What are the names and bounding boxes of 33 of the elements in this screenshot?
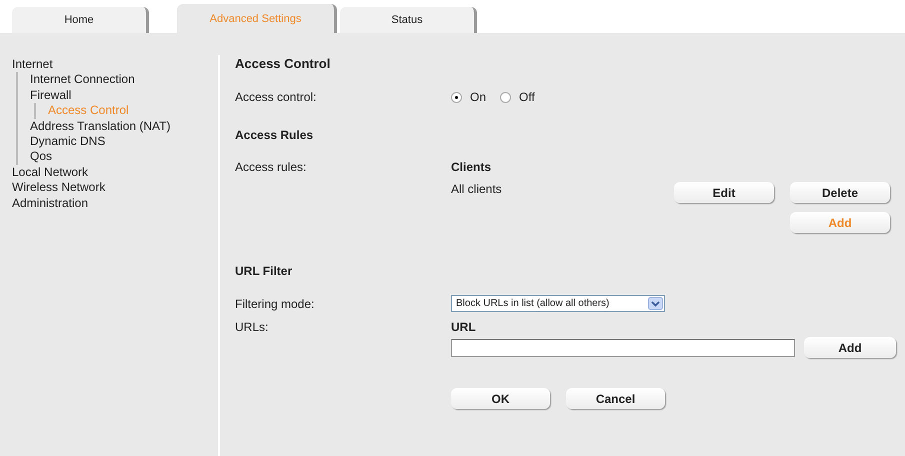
field-label: Access control:	[235, 90, 318, 104]
sidebar-item[interactable]: Firewall	[30, 88, 218, 104]
sidebar-item[interactable]: Wireless Network	[12, 180, 218, 196]
column-header: Clients	[451, 160, 492, 174]
filtering-mode-dropdown[interactable]: Block URLs in list (allow all others)	[451, 295, 665, 312]
radio-button[interactable]	[451, 92, 462, 102]
rule-button[interactable]: Delete	[790, 182, 890, 203]
form-button[interactable]: Cancel	[566, 388, 665, 409]
column-header: URL	[451, 320, 477, 334]
tab[interactable]: Status	[340, 7, 477, 33]
sidebar-item[interactable]: Dynamic DNS	[30, 134, 218, 150]
field-label: Access rules:	[235, 160, 308, 174]
sidebar-item[interactable]: Internet Connection	[30, 72, 218, 88]
field-label: URLs:	[235, 320, 270, 334]
sidebar-item[interactable]: Local Network	[12, 164, 218, 180]
tab[interactable]: Home	[12, 7, 149, 33]
sidebar-item[interactable]: Internet	[12, 57, 218, 72]
sidebar-item[interactable]: Qos	[30, 149, 218, 165]
table-cell-text: All clients	[451, 181, 503, 198]
add-url-button[interactable]: Add	[804, 337, 896, 358]
section-heading: URL Filter	[235, 264, 294, 278]
field-label: Filtering mode:	[235, 296, 316, 310]
url-input-field[interactable]	[451, 338, 795, 356]
radio-label: On	[470, 90, 486, 104]
section-heading: Access Rules	[235, 128, 314, 142]
radio-label: Off	[519, 90, 535, 104]
rule-button[interactable]: Edit	[674, 182, 774, 203]
radio-button[interactable]	[500, 92, 512, 102]
page-title: Access Control	[235, 56, 332, 73]
sidebar-item[interactable]: Address Translation (NAT)	[30, 118, 218, 134]
form-button[interactable]: OK	[451, 388, 550, 409]
sidebar-item[interactable]: Administration	[12, 196, 218, 212]
dropdown-caret-icon	[648, 297, 663, 310]
